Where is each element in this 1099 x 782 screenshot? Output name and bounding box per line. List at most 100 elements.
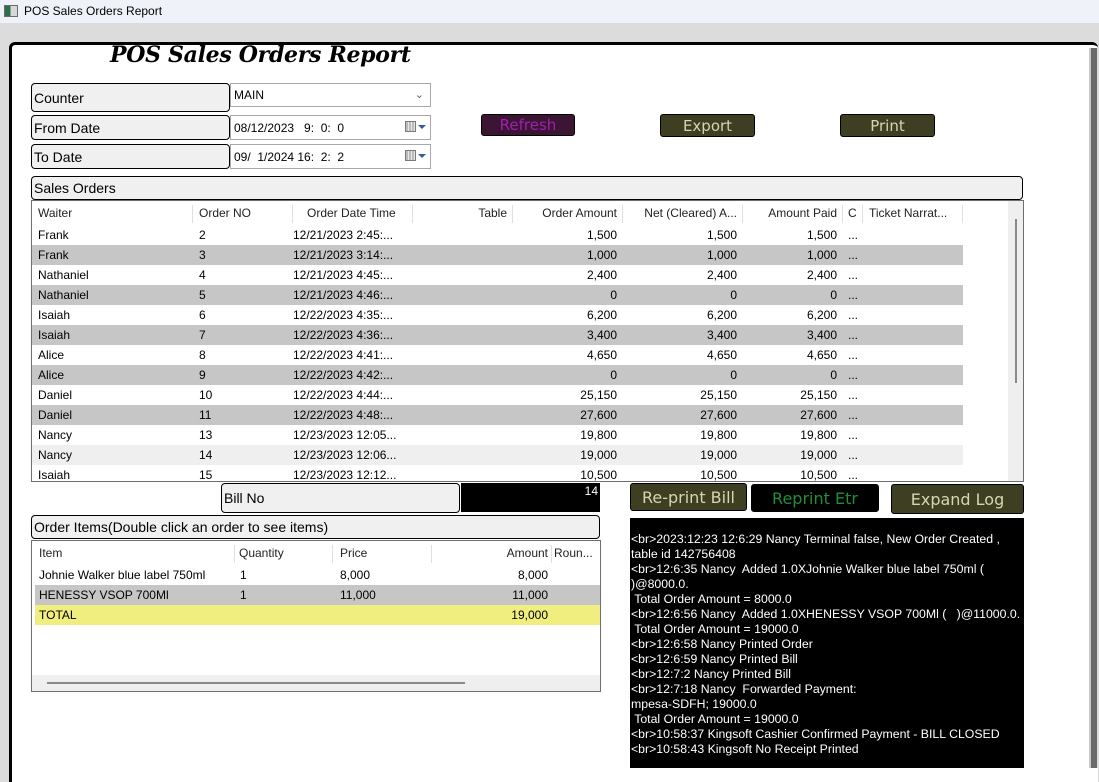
cell-net: 10,500 (700, 468, 737, 482)
cell-narration (869, 465, 963, 481)
cell-c: ... (848, 408, 859, 422)
refresh-button[interactable]: Refresh (481, 114, 575, 136)
sales-orders-table[interactable]: Waiter Order NO Order Date Time Table Order … (31, 200, 1024, 482)
from-date-picker[interactable]: 08/12/2023 9: 0: 0 (230, 115, 431, 140)
scrollbar-thumb[interactable] (1015, 219, 1017, 383)
table-row[interactable]: Frank 3 12/21/2023 3:14:... 1,000 1,000 1,000… (32, 245, 963, 265)
table-row[interactable]: Alice 9 12/22/2023 4:42:... 0 0 0... (32, 365, 963, 385)
cell-table (413, 365, 507, 385)
cell-price (340, 605, 430, 625)
cell-table (413, 405, 507, 425)
cell-narration (869, 245, 963, 265)
cell-table (413, 225, 507, 245)
table-row[interactable]: Daniel 10 12/22/2023 4:44:... 25,150 25,150 2… (32, 385, 963, 405)
log-line: Total Order Amount = 19000.0 (631, 622, 799, 636)
chevron-down-icon[interactable]: ⌄ (415, 88, 424, 101)
column-header[interactable]: Order Date Time (307, 203, 412, 223)
column-header[interactable]: Roun... (554, 543, 599, 563)
column-divider[interactable] (234, 545, 235, 563)
cell-datetime: 12/21/2023 3:14:... (293, 248, 394, 262)
cell-waiter: Alice (38, 348, 65, 362)
table-row[interactable]: Isaiah 6 12/22/2023 4:35:... 6,200 6,200 6,20… (32, 305, 963, 325)
table-row[interactable]: Frank 2 12/21/2023 2:45:... 1,500 1,500 1,500… (32, 225, 963, 245)
table-row[interactable]: Isaiah 15 12/23/2023 12:12... 10,500 10,500 1… (32, 465, 963, 482)
column-divider[interactable] (622, 205, 623, 223)
horizontal-scrollbar[interactable] (32, 675, 600, 691)
column-header[interactable]: Amount Paid (743, 203, 837, 223)
column-divider[interactable] (551, 545, 552, 563)
column-header[interactable]: Amount (433, 543, 548, 563)
log-line: <br>10:58:43 Kingsoft No Receipt Printed (631, 742, 859, 756)
column-divider[interactable] (192, 205, 193, 223)
reprint-bill-button[interactable]: Re-print Bill (630, 483, 747, 511)
table-row[interactable]: Johnie Walker blue label 750ml 1 8,000 8,00… (35, 565, 600, 585)
cell-c: ... (848, 368, 859, 382)
column-header[interactable]: Order Amount (513, 203, 617, 223)
column-divider[interactable] (842, 205, 843, 223)
counter-select[interactable]: MAIN ⌄ (230, 83, 431, 107)
column-divider[interactable] (512, 205, 513, 223)
cell-narration (869, 445, 963, 465)
column-header[interactable]: Waiter (38, 203, 188, 223)
column-header[interactable]: Table (413, 203, 507, 223)
to-date-label: To Date (31, 144, 230, 169)
column-divider[interactable] (332, 545, 333, 563)
cell-qty (240, 605, 330, 625)
column-divider[interactable] (962, 205, 963, 223)
reprint-etr-button[interactable]: Reprint Etr (751, 484, 879, 512)
cell-paid: 6,200 (806, 308, 837, 322)
table-row[interactable]: Nancy 13 12/23/2023 12:05... 19,800 19,800 19… (32, 425, 963, 445)
cell-waiter: Nathaniel (38, 268, 89, 282)
cell-item: Johnie Walker blue label 750ml (39, 568, 206, 582)
calendar-dropdown-icon[interactable] (405, 150, 426, 162)
cell-narration (869, 365, 963, 385)
cell-order-amount: 10,500 (580, 468, 617, 482)
column-divider[interactable] (431, 545, 432, 563)
cell-datetime: 12/23/2023 12:12... (293, 468, 397, 482)
print-button[interactable]: Print (840, 114, 935, 137)
table-row[interactable]: Daniel 11 12/22/2023 4:48:... 27,600 27,600 2… (32, 405, 963, 425)
log-line: mpesa-SDFH; 19000.0 (631, 697, 757, 711)
column-header[interactable]: C (848, 203, 866, 223)
to-date-picker[interactable]: 09/ 1/2024 16: 2: 2 (230, 144, 431, 169)
expand-log-button[interactable]: Expand Log (891, 484, 1024, 514)
cell-table (413, 305, 507, 325)
column-header[interactable]: Net (Cleared) A... (623, 203, 737, 223)
scrollbar-thumb[interactable] (47, 682, 465, 684)
log-line: <br>12:6:35 Nancy Added 1.0XJohnie Walke… (631, 562, 984, 576)
cell-order-amount: 0 (610, 368, 617, 382)
log-line: <br>12:7:2 Nancy Printed Bill (631, 667, 791, 681)
table-header: Waiter Order NO Order Date Time Table Order … (32, 203, 963, 223)
table-row[interactable]: Nathaniel 5 12/21/2023 4:46:... 0 0 0... (32, 285, 963, 305)
export-button[interactable]: Export (660, 114, 755, 137)
column-divider[interactable] (862, 205, 863, 223)
cell-net: 1,000 (706, 248, 737, 262)
column-header[interactable]: Price (340, 543, 430, 563)
table-row[interactable]: Nathaniel 4 12/21/2023 4:45:... 2,400 2,400 2… (32, 265, 963, 285)
column-header[interactable]: Order NO (199, 203, 289, 223)
table-row[interactable]: HENESSY VSOP 700Ml 1 11,000 11,000 (35, 585, 600, 605)
cell-narration (869, 265, 963, 285)
table-row[interactable]: Alice 8 12/22/2023 4:41:... 4,650 4,650 4,650… (32, 345, 963, 365)
cell-waiter: Nathaniel (38, 288, 89, 302)
cell-order-no: 5 (199, 288, 206, 302)
from-date-value: 08/12/2023 9: 0: 0 (234, 120, 345, 135)
table-row[interactable]: Isaiah 7 12/22/2023 4:36:... 3,400 3,400 3,40… (32, 325, 963, 345)
cell-order-no: 10 (199, 388, 213, 402)
column-header[interactable]: Item (39, 543, 239, 563)
calendar-dropdown-icon[interactable] (405, 121, 426, 133)
column-header[interactable]: Quantity (239, 543, 329, 563)
order-log-panel: <br>2023:12:23 12:6:29 Nancy Terminal fa… (630, 518, 1024, 768)
vertical-scrollbar[interactable] (1008, 201, 1023, 481)
cell-datetime: 12/22/2023 4:41:... (293, 348, 394, 362)
table-row[interactable]: Nancy 14 12/23/2023 12:06... 19,000 19,000 19… (32, 445, 963, 465)
log-line: table id 142756408 (631, 547, 736, 561)
window-title: POS Sales Orders Report (24, 4, 163, 18)
column-header[interactable]: Ticket Narrat... (869, 203, 963, 223)
column-divider[interactable] (292, 205, 293, 223)
column-divider[interactable] (742, 205, 743, 223)
column-divider[interactable] (412, 205, 413, 223)
order-items-table[interactable]: Item Quantity Price Amount Roun... Johnie Wal… (31, 540, 601, 692)
cell-c: ... (848, 308, 859, 322)
log-line: Total Order Amount = 8000.0 (631, 592, 792, 606)
